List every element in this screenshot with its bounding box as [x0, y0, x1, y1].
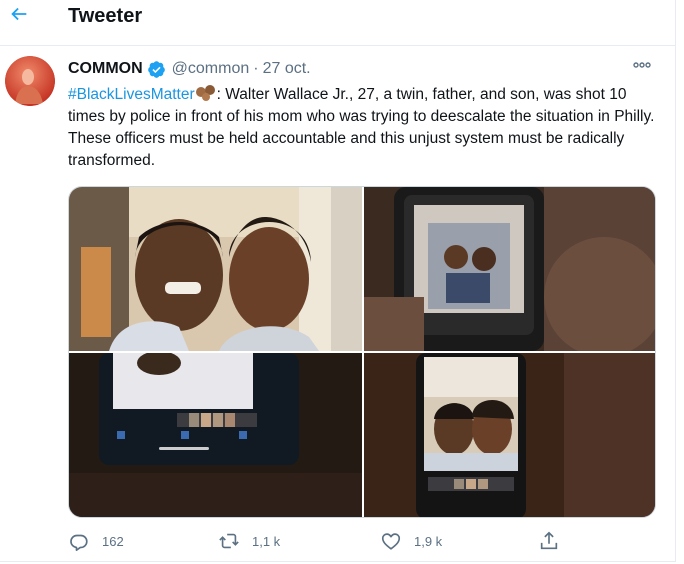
media-grid: [68, 186, 656, 518]
author-handle[interactable]: @common: [172, 60, 250, 78]
author-row: COMMON @common · 27 oct.: [68, 59, 311, 79]
tweet-actions: 162 1,1 k 1,9 k: [68, 528, 568, 554]
share-icon: [540, 531, 558, 550]
retweet-button[interactable]: 1,1 k: [218, 528, 280, 554]
media-photo-2[interactable]: [364, 187, 655, 351]
heart-icon: [381, 533, 401, 550]
reply-icon: [70, 534, 88, 551]
like-count: 1,9 k: [414, 533, 443, 549]
tweet-text: #BlackLivesMatter : Walter Wallace Jr., …: [68, 84, 660, 172]
avatar-image: [5, 56, 55, 106]
reply-count: 162: [102, 533, 124, 549]
separator-dot: ·: [253, 60, 259, 77]
header-bar: Tweeter: [0, 0, 676, 46]
more-options-icon[interactable]: [632, 60, 652, 70]
retweet-count: 1,1 k: [252, 533, 281, 549]
tweet-date[interactable]: 27 oct.: [263, 60, 311, 78]
page-title: Tweeter: [68, 5, 143, 27]
avatar[interactable]: [5, 56, 55, 106]
reply-button[interactable]: 162: [68, 528, 124, 554]
hashtag-link[interactable]: #BlackLivesMatter: [68, 86, 195, 103]
retweet-icon: [219, 533, 239, 549]
author-name[interactable]: COMMON: [68, 60, 143, 78]
like-button[interactable]: 1,9 k: [380, 528, 442, 554]
back-arrow-icon[interactable]: [8, 3, 30, 25]
media-photo-1[interactable]: [69, 187, 362, 351]
fist-emoji-icon: [195, 85, 215, 101]
share-button[interactable]: [538, 528, 572, 554]
verified-badge-icon: [147, 60, 165, 78]
media-photo-3[interactable]: [69, 353, 362, 517]
media-photo-4[interactable]: [364, 353, 655, 517]
